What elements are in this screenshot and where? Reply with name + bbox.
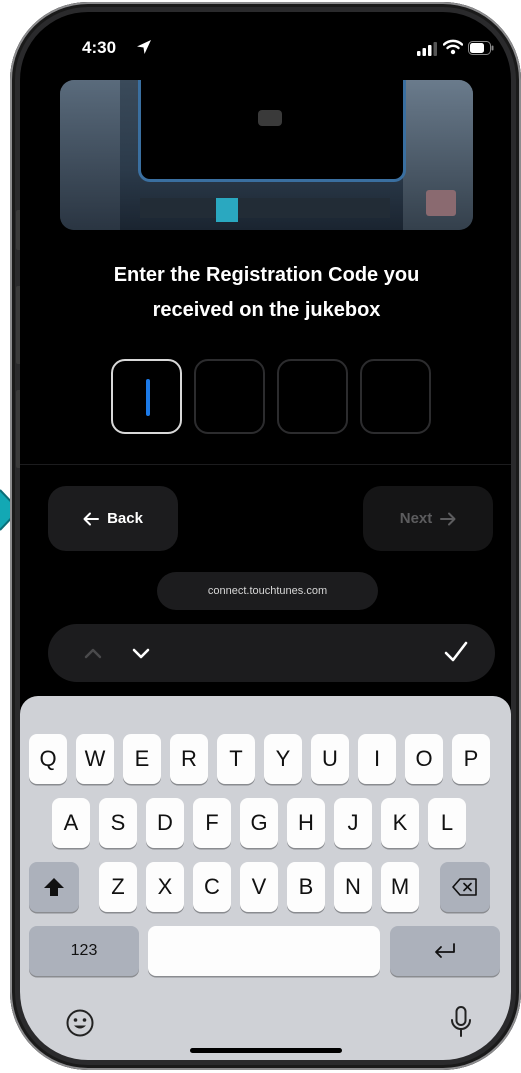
location-arrow-icon (137, 40, 151, 54)
code-digit-4[interactable] (360, 359, 431, 434)
key-n[interactable]: N (334, 862, 372, 912)
microphone-icon[interactable] (450, 1006, 472, 1038)
key-d[interactable]: D (146, 798, 184, 848)
key-z[interactable]: Z (99, 862, 137, 912)
key-k[interactable]: K (381, 798, 419, 848)
key-q[interactable]: Q (29, 734, 67, 784)
registration-prompt: Enter the Registration Code you received… (60, 258, 473, 328)
return-key[interactable] (390, 926, 500, 976)
key-f[interactable]: F (193, 798, 231, 848)
key-a[interactable]: A (52, 798, 90, 848)
key-w[interactable]: W (76, 734, 114, 784)
key-j[interactable]: J (334, 798, 372, 848)
key-m[interactable]: M (381, 862, 419, 912)
key-h[interactable]: H (287, 798, 325, 848)
jukebox-video-preview (60, 80, 473, 230)
key-v[interactable]: V (240, 862, 278, 912)
status-bar: 4:30 (20, 12, 511, 70)
keyboard: Q W E R T Y U I O P A S D F G H J K L Z … (20, 696, 511, 1060)
emoji-icon[interactable] (65, 1008, 95, 1038)
backspace-icon (452, 878, 477, 896)
back-label: Back (107, 510, 143, 527)
chevron-up-icon[interactable] (82, 642, 104, 664)
shift-key[interactable] (29, 862, 79, 912)
shift-icon (44, 878, 64, 896)
prompt-line-1: Enter the Registration Code you (113, 264, 420, 286)
keyboard-accessory-bar (48, 624, 495, 682)
phone-screen: 4:30 Enter the Registration Code you rec… (20, 12, 511, 1060)
key-u[interactable]: U (311, 734, 349, 784)
key-p[interactable]: P (452, 734, 490, 784)
return-icon (435, 943, 455, 958)
arrow-left-icon (83, 512, 100, 525)
status-time: 4:30 (82, 38, 117, 57)
key-s[interactable]: S (99, 798, 137, 848)
key-y[interactable]: Y (264, 734, 302, 784)
wifi-icon (443, 39, 463, 55)
divider (20, 464, 511, 465)
url-pill[interactable]: connect.touchtunes.com (157, 572, 378, 610)
code-digit-1[interactable] (111, 359, 182, 434)
numbers-key[interactable]: 123 (29, 926, 139, 976)
battery-icon (468, 41, 494, 55)
key-o[interactable]: O (405, 734, 443, 784)
key-e[interactable]: E (123, 734, 161, 784)
key-i[interactable]: I (358, 734, 396, 784)
key-r[interactable]: R (170, 734, 208, 784)
arrow-right-icon (440, 512, 456, 525)
key-x[interactable]: X (146, 862, 184, 912)
key-t[interactable]: T (217, 734, 255, 784)
cellular-signal-icon (417, 42, 437, 56)
prompt-line-2: received on the jukebox (152, 299, 381, 321)
checkmark-done-icon[interactable] (443, 639, 469, 665)
space-key[interactable] (148, 926, 380, 976)
next-button[interactable]: Next (363, 486, 493, 551)
text-caret (146, 379, 150, 416)
code-digit-2[interactable] (194, 359, 265, 434)
key-b[interactable]: B (287, 862, 325, 912)
chevron-down-icon[interactable] (130, 642, 152, 664)
key-c[interactable]: C (193, 862, 231, 912)
key-l[interactable]: L (428, 798, 466, 848)
home-indicator (190, 1048, 342, 1053)
next-label: Next (399, 510, 433, 527)
delete-key[interactable] (440, 862, 490, 912)
key-g[interactable]: G (240, 798, 278, 848)
code-digit-3[interactable] (277, 359, 348, 434)
back-button[interactable]: Back (48, 486, 178, 551)
